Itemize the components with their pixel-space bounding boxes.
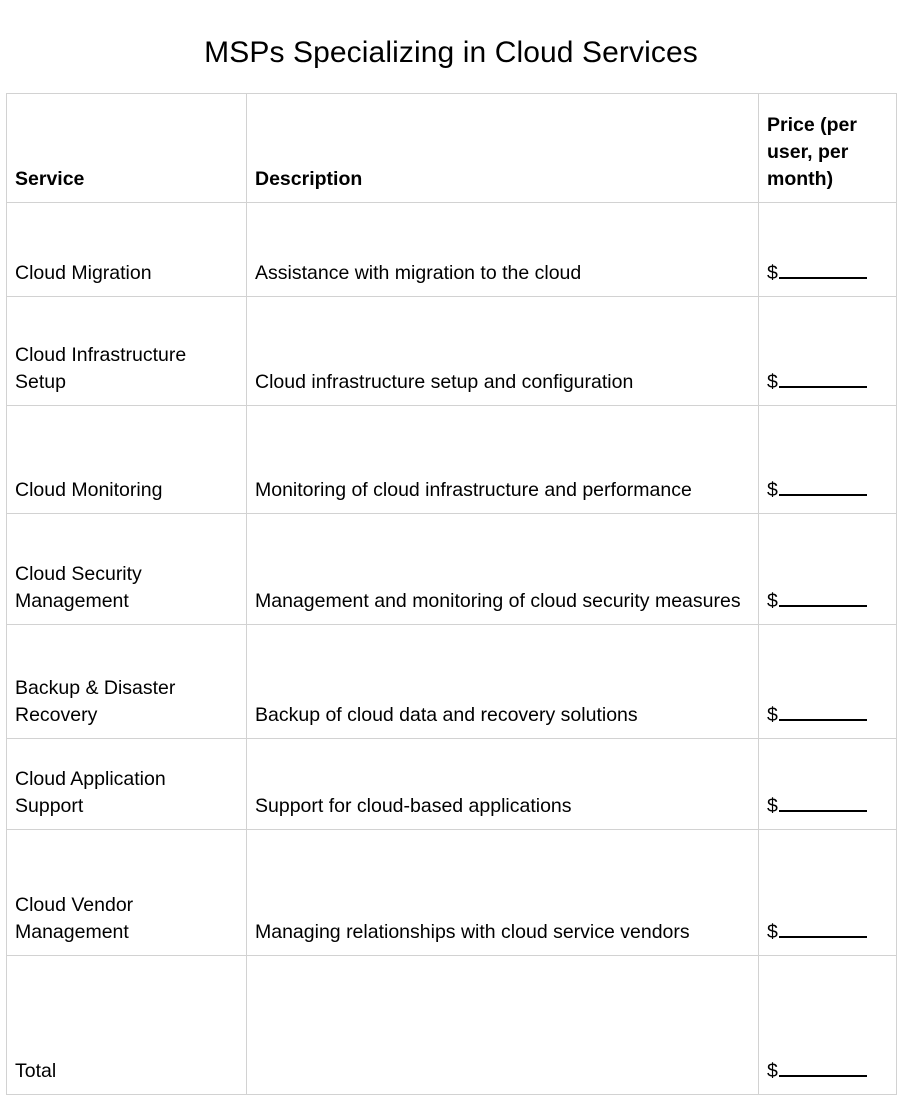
price-input-blank[interactable] — [778, 922, 867, 938]
table-row: Cloud Migration Assistance with migration… — [6, 202, 897, 297]
cell-description — [246, 955, 759, 1095]
cell-description: Cloud infrastructure setup and configura… — [246, 296, 759, 406]
cell-price[interactable]: $ — [758, 202, 897, 297]
document-page: MSPs Specializing in Cloud Services Serv… — [0, 0, 902, 1095]
table-body: Cloud Migration Assistance with migration… — [6, 202, 897, 1095]
cell-service: Cloud Vendor Management — [6, 829, 247, 956]
table-row: Backup & Disaster Recovery Backup of clou… — [6, 624, 897, 739]
price-input-blank[interactable] — [778, 263, 867, 279]
price-prefix: $ — [767, 1060, 778, 1082]
cell-service: Cloud Application Support — [6, 738, 247, 830]
pricing-table: Service Description Price (per user, per… — [6, 93, 897, 1095]
cell-description: Backup of cloud data and recovery soluti… — [246, 624, 759, 739]
price-prefix: $ — [767, 479, 778, 501]
cell-description: Monitoring of cloud infrastructure and p… — [246, 405, 759, 514]
cell-price[interactable]: $ — [758, 738, 897, 830]
price-prefix: $ — [767, 921, 778, 943]
cell-price[interactable]: $ — [758, 513, 897, 625]
price-input-blank[interactable] — [778, 1061, 867, 1077]
price-prefix: $ — [767, 371, 778, 393]
pricing-table-container: Service Description Price (per user, per… — [6, 93, 897, 1095]
cell-price[interactable]: $ — [758, 829, 897, 956]
cell-service: Backup & Disaster Recovery — [6, 624, 247, 739]
column-header-description: Description — [246, 93, 759, 203]
cell-price[interactable]: $ — [758, 624, 897, 739]
page-title: MSPs Specializing in Cloud Services — [204, 36, 698, 69]
table-row: Total $ — [6, 955, 897, 1095]
cell-service: Cloud Migration — [6, 202, 247, 297]
cell-price[interactable]: $ — [758, 405, 897, 514]
price-input-blank[interactable] — [778, 591, 867, 607]
cell-price[interactable]: $ — [758, 955, 897, 1095]
cell-service: Cloud Security Management — [6, 513, 247, 625]
cell-service: Cloud Infrastructure Setup — [6, 296, 247, 406]
table-row: Cloud Application Support Support for clo… — [6, 738, 897, 830]
table-row: Cloud Security Management Management and … — [6, 513, 897, 625]
price-input-blank[interactable] — [778, 705, 867, 721]
cell-description: Managing relationships with cloud servic… — [246, 829, 759, 956]
price-input-blank[interactable] — [778, 480, 867, 496]
table-row: Cloud Infrastructure Setup Cloud infrastr… — [6, 296, 897, 406]
price-prefix: $ — [767, 262, 778, 284]
cell-service: Total — [6, 955, 247, 1095]
column-header-service: Service — [6, 93, 247, 203]
price-input-blank[interactable] — [778, 372, 867, 388]
cell-description: Support for cloud-based applications — [246, 738, 759, 830]
cell-service: Cloud Monitoring — [6, 405, 247, 514]
price-prefix: $ — [767, 590, 778, 612]
table-header: Service Description Price (per user, per… — [6, 93, 897, 203]
column-header-price: Price (per user, per month) — [758, 93, 897, 203]
cell-description: Assistance with migration to the cloud — [246, 202, 759, 297]
price-prefix: $ — [767, 795, 778, 817]
table-row: Cloud Monitoring Monitoring of cloud infr… — [6, 405, 897, 514]
price-input-blank[interactable] — [778, 796, 867, 812]
table-header-row: Service Description Price (per user, per… — [6, 93, 897, 203]
table-row: Cloud Vendor Management Managing relation… — [6, 829, 897, 956]
price-prefix: $ — [767, 704, 778, 726]
cell-description: Management and monitoring of cloud secur… — [246, 513, 759, 625]
cell-price[interactable]: $ — [758, 296, 897, 406]
